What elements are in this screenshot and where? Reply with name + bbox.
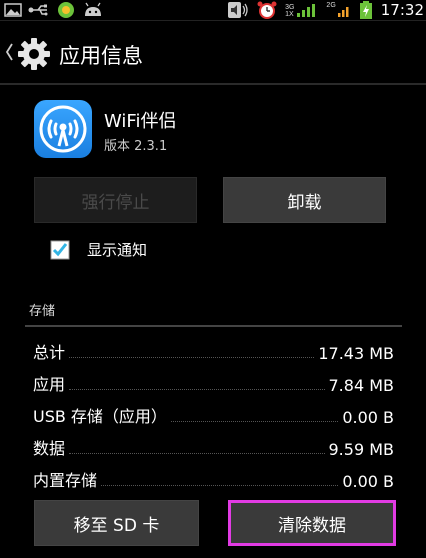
signal-bars-icon [297, 4, 316, 17]
checkbox-checked-icon[interactable] [50, 240, 70, 260]
clock: 17:32 [380, 1, 424, 19]
storage-row-usb: USB 存储（应用） 0.00 B [33, 399, 394, 427]
android-icon [85, 2, 101, 16]
dotted-leader [69, 453, 325, 454]
storage-row-label: 应用 [33, 375, 66, 394]
dotted-leader [101, 485, 339, 486]
uninstall-button[interactable]: 卸载 [223, 177, 386, 223]
signal-3g-icon: 3G 1X [285, 2, 318, 18]
wifi-antenna-icon [39, 105, 87, 153]
network-type-bottom: 1X [285, 11, 294, 18]
up-caret-icon[interactable] [4, 41, 14, 63]
image-icon [4, 3, 22, 17]
force-stop-button[interactable]: 强行停止 [34, 177, 197, 223]
settings-gear-icon[interactable] [17, 37, 51, 71]
page-title: 应用信息 [59, 44, 143, 68]
move-to-sd-button[interactable]: 移至 SD 卡 [34, 500, 199, 546]
dotted-leader [170, 421, 339, 422]
storage-row-total: 总计 17.43 MB [33, 335, 394, 363]
storage-row-app: 应用 7.84 MB [33, 367, 394, 395]
wifi-app-icon [34, 100, 92, 158]
app-info-content: WiFi伴侣 版本 2.3.1 强行停止 卸载 显示通知 存储 总计 17.43… [0, 85, 426, 558]
clear-data-button[interactable]: 清除数据 [228, 500, 396, 546]
storage-row-data: 数据 9.59 MB [33, 431, 394, 459]
alarm-icon [257, 1, 277, 19]
app-version: 版本 2.3.1 [104, 139, 168, 154]
app-name: WiFi伴侣 [104, 111, 177, 132]
usb-icon [28, 4, 48, 16]
section-divider [25, 325, 402, 327]
show-notifications-checkbox[interactable]: 显示通知 [50, 239, 147, 260]
battery-charging-icon [359, 1, 372, 19]
storage-row-value: 0.00 B [342, 472, 394, 491]
volume-icon [228, 2, 248, 18]
network-type-2g: 2G [326, 2, 336, 9]
storage-row-label: USB 存储（应用） [33, 407, 167, 426]
notification-icons [4, 1, 104, 19]
storage-row-internal: 内置存储 0.00 B [33, 463, 394, 491]
dotted-leader [69, 357, 315, 358]
storage-row-value: 0.00 B [342, 408, 394, 427]
storage-row-value: 9.59 MB [328, 440, 395, 459]
signal-2g-icon: 2G [326, 2, 350, 18]
storage-row-value: 17.43 MB [318, 344, 394, 363]
storage-row-label: 数据 [33, 439, 66, 458]
signal-bars-2-icon [337, 7, 349, 17]
system-icons: 3G 1X 2G 17:32 [227, 0, 424, 20]
storage-row-value: 7.84 MB [328, 376, 395, 395]
action-bar: 应用信息 [0, 21, 426, 85]
show-notifications-label: 显示通知 [87, 241, 148, 259]
status-bar: 3G 1X 2G 17:32 [0, 0, 426, 21]
storage-row-label: 总计 [33, 343, 66, 362]
security-app-icon [58, 2, 74, 18]
network-type-top: 3G [285, 4, 295, 11]
dotted-leader [69, 389, 325, 390]
storage-section-header: 存储 [29, 304, 56, 319]
storage-row-label: 内置存储 [33, 471, 98, 490]
